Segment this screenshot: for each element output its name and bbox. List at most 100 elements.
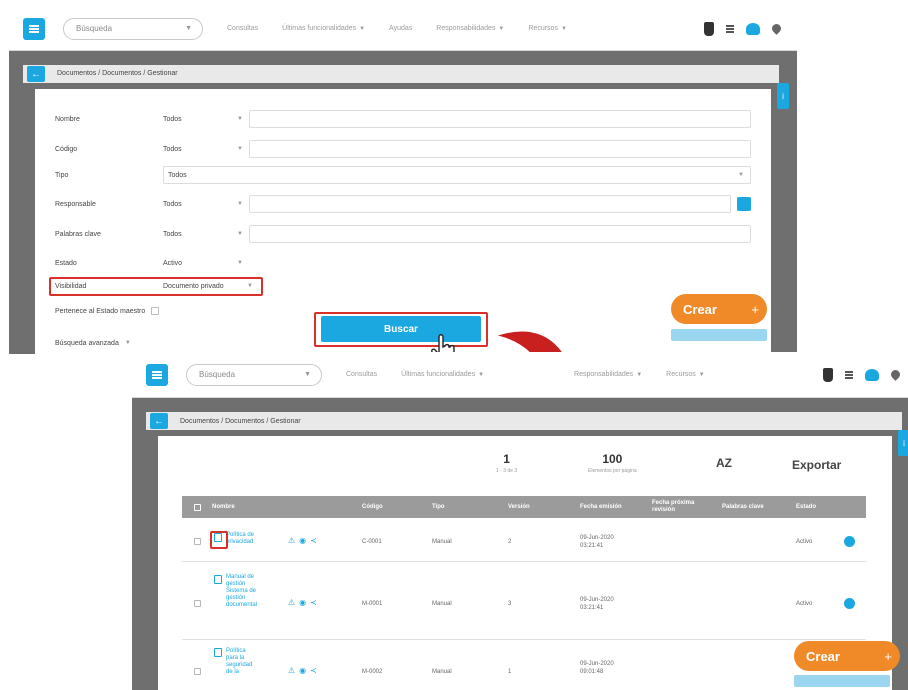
select-all-checkbox[interactable] bbox=[194, 504, 201, 511]
sort-az-icon[interactable]: AZ bbox=[716, 456, 732, 470]
tipo-select[interactable]: Todos ▼ bbox=[163, 166, 751, 184]
filter-row-responsable: Responsable Todos ▼ bbox=[55, 193, 751, 215]
per-page-selector[interactable]: 100 Elementos por página bbox=[588, 452, 637, 474]
pertenece-checkbox[interactable] bbox=[151, 307, 160, 315]
nav-consultas[interactable]: Consultas bbox=[227, 25, 258, 32]
document-icon-highlight bbox=[210, 531, 228, 549]
info-tab[interactable]: i bbox=[777, 83, 789, 109]
operator-select[interactable]: Todos ▼ bbox=[163, 146, 249, 153]
col-estado[interactable]: Estado bbox=[796, 496, 816, 518]
list-icon[interactable] bbox=[726, 24, 734, 33]
nav-responsabilidades[interactable]: Responsabilidades ▼ bbox=[436, 25, 504, 32]
operator-select[interactable]: Todos ▼ bbox=[163, 116, 249, 123]
search-placeholder: Búsqueda bbox=[76, 24, 113, 33]
back-arrow-icon[interactable]: ← bbox=[27, 66, 45, 82]
page-range: 1 - 3 de 3 bbox=[496, 468, 518, 474]
top-bar: Búsqueda ▼ Consultas Últimas funcionalid… bbox=[132, 352, 908, 398]
nav-recursos[interactable]: Recursos ▼ bbox=[528, 25, 567, 32]
document-link[interactable]: Política para la seguridad de la bbox=[226, 648, 256, 676]
table-row[interactable]: Política de privacidad ⚠◉≺ C-0001 Manual… bbox=[182, 520, 866, 562]
row-checkbox[interactable] bbox=[194, 600, 201, 607]
cell-estado: Activo bbox=[796, 539, 813, 545]
row-menu-icon[interactable] bbox=[844, 536, 855, 547]
table-row[interactable]: Política para la seguridad de la ⚠◉≺ M-0… bbox=[182, 644, 866, 690]
table-row[interactable]: Manual de gestión Sistema de gestión doc… bbox=[182, 564, 866, 640]
cell-fecha: 09-Jun-2020 09:01:48 bbox=[580, 661, 614, 675]
hamburger-icon[interactable] bbox=[146, 363, 168, 386]
filter-screen: Búsqueda ▼ Consultas Últimas funcionalid… bbox=[9, 7, 797, 354]
row-actions-icons[interactable]: ⚠◉≺ bbox=[288, 598, 321, 607]
col-palabras-clave[interactable]: Palabras clave bbox=[722, 496, 764, 518]
crear-button[interactable]: Crear + bbox=[671, 294, 767, 324]
user-picker-icon[interactable] bbox=[737, 197, 751, 211]
chevron-down-icon: ▼ bbox=[304, 371, 311, 378]
page-selector[interactable]: 1 1 - 3 de 3 bbox=[496, 452, 517, 474]
col-nombre[interactable]: Nombre bbox=[212, 496, 235, 518]
crear-label: Crear bbox=[683, 301, 717, 317]
people-icon[interactable] bbox=[746, 22, 760, 35]
filter-label: Nombre bbox=[55, 115, 80, 123]
search-input[interactable]: Búsqueda ▼ bbox=[63, 17, 203, 40]
col-fecha-emision[interactable]: Fecha emisión bbox=[580, 496, 622, 518]
per-page-label: Elementos por página bbox=[588, 468, 637, 474]
nav-ayudas[interactable]: Ayudas bbox=[389, 25, 412, 32]
people-icon[interactable] bbox=[865, 368, 879, 381]
trophy-icon[interactable] bbox=[704, 21, 714, 36]
crear-button[interactable]: Crear + bbox=[794, 641, 900, 671]
trophy-icon[interactable] bbox=[823, 367, 833, 382]
palabras-input[interactable] bbox=[249, 225, 751, 243]
nav-consultas[interactable]: Consultas bbox=[346, 371, 377, 378]
cell-tipo: Manual bbox=[432, 539, 452, 545]
filter-label: Código bbox=[55, 145, 78, 153]
hamburger-icon[interactable] bbox=[23, 17, 45, 40]
filter-label: Estado bbox=[55, 259, 77, 267]
row-actions-icons[interactable]: ⚠◉≺ bbox=[288, 536, 321, 545]
crear-shadow-bar bbox=[671, 329, 767, 341]
document-link[interactable]: Manual de gestión Sistema de gestión doc… bbox=[226, 574, 257, 609]
info-tab[interactable]: i bbox=[898, 430, 908, 456]
nav-ultimas[interactable]: Últimas funcionalidades ▼ bbox=[401, 371, 484, 378]
row-actions-icons[interactable]: ⚠◉≺ bbox=[288, 666, 321, 675]
responsable-input[interactable] bbox=[249, 195, 731, 213]
crear-label: Crear bbox=[806, 648, 840, 664]
nav-recursos[interactable]: Recursos ▼ bbox=[666, 371, 705, 378]
col-version[interactable]: Versión bbox=[508, 496, 530, 518]
plus-icon: + bbox=[751, 301, 759, 317]
col-fecha-revision[interactable]: Fecha próxima revisión bbox=[652, 496, 712, 518]
filter-row-tipo: Tipo Todos ▼ bbox=[55, 164, 751, 186]
col-tipo[interactable]: Tipo bbox=[432, 496, 445, 518]
pertenece-label: Pertenece al Estado maestro bbox=[55, 307, 146, 315]
nombre-input[interactable] bbox=[249, 110, 751, 128]
estado-select[interactable]: Activo ▼ bbox=[163, 260, 249, 267]
nav-ultimas[interactable]: Últimas funcionalidades ▼ bbox=[282, 25, 365, 32]
list-icon[interactable] bbox=[845, 370, 853, 379]
cell-version: 1 bbox=[508, 669, 512, 675]
back-arrow-icon[interactable]: ← bbox=[150, 413, 168, 429]
document-icon bbox=[214, 648, 222, 657]
operator-select[interactable]: Todos ▼ bbox=[163, 201, 249, 208]
visibilidad-highlight bbox=[49, 277, 263, 296]
tutorial-composite: Búsqueda ▼ Consultas Últimas funcionalid… bbox=[0, 0, 908, 690]
filter-row-nombre: Nombre Todos ▼ bbox=[55, 108, 751, 130]
export-button[interactable]: Exportar bbox=[792, 458, 841, 472]
cell-version: 3 bbox=[508, 601, 512, 607]
pin-icon[interactable] bbox=[770, 22, 783, 35]
filter-label: Palabras clave bbox=[55, 230, 101, 238]
breadcrumb: Documentos / Documentos / Gestionar bbox=[57, 70, 178, 77]
row-menu-icon[interactable] bbox=[844, 598, 855, 609]
row-checkbox[interactable] bbox=[194, 668, 201, 675]
crear-shadow-bar bbox=[794, 675, 890, 687]
pin-icon[interactable] bbox=[889, 368, 902, 381]
search-input[interactable]: Búsqueda ▼ bbox=[186, 363, 322, 386]
codigo-input[interactable] bbox=[249, 140, 751, 158]
row-checkbox[interactable] bbox=[194, 538, 201, 545]
operator-select[interactable]: Todos ▼ bbox=[163, 231, 249, 238]
cell-codigo: M-0002 bbox=[362, 669, 383, 675]
buscar-highlight bbox=[314, 312, 488, 347]
col-codigo[interactable]: Código bbox=[362, 496, 383, 518]
chevron-down-icon: ▼ bbox=[124, 340, 131, 346]
advanced-search-link[interactable]: Búsqueda avanzada bbox=[55, 340, 119, 347]
document-link[interactable]: Política de privacidad bbox=[226, 532, 266, 546]
plus-icon: + bbox=[884, 648, 892, 664]
nav-responsabilidades[interactable]: Responsabilidades ▼ bbox=[574, 371, 642, 378]
